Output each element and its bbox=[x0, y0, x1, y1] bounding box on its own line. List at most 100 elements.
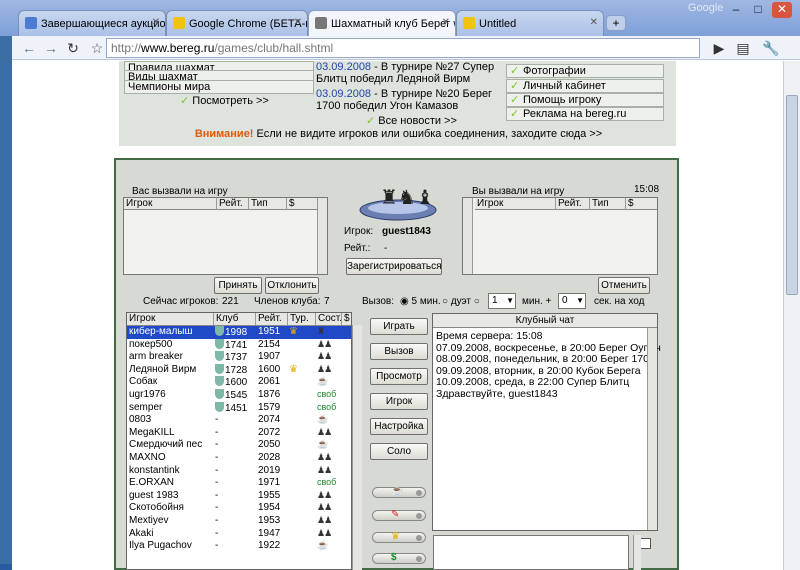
all-news-link[interactable]: ✓ Все новости >> bbox=[366, 114, 457, 127]
player-row[interactable]: E.ORXAN - 1971 своб bbox=[127, 477, 351, 490]
player-list[interactable]: Игрок Клуб Рейт. Тур. Сост. $ кибер-малы… bbox=[126, 312, 352, 570]
solo-button[interactable]: Соло bbox=[370, 443, 428, 460]
close-icon[interactable]: ✕ bbox=[152, 17, 160, 28]
player-row[interactable]: Скотобойня - 1954 ♟♟ bbox=[127, 502, 351, 515]
col-money[interactable]: $ bbox=[341, 313, 350, 325]
radio-5min[interactable]: ◉ 5 мин. bbox=[400, 296, 441, 307]
player-row[interactable]: MAXNO - 2028 ♟♟ bbox=[127, 452, 351, 465]
player-row[interactable]: Akaki - 1947 ♟♟ bbox=[127, 528, 351, 541]
player-row[interactable]: Ilya Pugachov - 1922 ☕ bbox=[127, 540, 351, 553]
col-tour[interactable]: Тур. bbox=[287, 313, 309, 325]
page-scroll-thumb[interactable] bbox=[786, 95, 798, 295]
new-tab-button[interactable]: + bbox=[606, 15, 626, 31]
play-button[interactable]: Играть bbox=[370, 318, 428, 335]
player-state: ♟♟ bbox=[317, 527, 332, 538]
player-state: своб bbox=[317, 401, 337, 412]
go-arrow-icon[interactable]: ▶ bbox=[710, 39, 728, 57]
maximize-button[interactable]: □ bbox=[748, 2, 768, 18]
minimize-button[interactable]: – bbox=[726, 2, 746, 18]
player-club: - bbox=[215, 427, 257, 438]
menu-photos[interactable]: ✓ Фотографии bbox=[506, 64, 664, 78]
minutes-select[interactable]: 1 ▼ bbox=[488, 293, 516, 309]
cancel-invite-button[interactable]: Отменить bbox=[598, 277, 650, 294]
col-rating[interactable]: Рейт. bbox=[555, 198, 582, 210]
club-value: 1600 bbox=[225, 377, 248, 389]
menu-advertising[interactable]: ✓ Реклама на bereg.ru bbox=[506, 107, 664, 121]
tab-chess-club[interactable]: Шахматный клуб Берег w... ✕ bbox=[308, 10, 456, 36]
club-chat: Клубный чат Время сервера: 15:08 07.09.20… bbox=[432, 313, 661, 531]
chat-scrollbar[interactable] bbox=[647, 328, 657, 530]
outgoing-invites-list[interactable]: Игрок Рейт. Тип $ bbox=[462, 197, 658, 275]
player-row[interactable]: Собак 1600 2061 ☕ bbox=[127, 376, 351, 389]
settings-button[interactable]: Настройка bbox=[370, 418, 428, 435]
player-row[interactable]: Ледяной Вирм 1728 1600 ♛ ♟♟ bbox=[127, 363, 351, 377]
player-row[interactable]: arm breaker 1737 1907 ♟♟ bbox=[127, 351, 351, 364]
player-row[interactable]: Смердючий пес - 2050 ☕ bbox=[127, 439, 351, 452]
news-item[interactable]: 03.09.2008 - В турнире №27 Супер Блитц п… bbox=[316, 61, 506, 85]
menu-personal-cabinet[interactable]: ✓ Личный кабинет bbox=[506, 79, 664, 93]
address-bar[interactable]: http://www.bereg.ru/games/club/hall.shtm… bbox=[106, 38, 700, 58]
col-money[interactable]: $ bbox=[286, 198, 295, 210]
news-item[interactable]: 03.09.2008 - В турнире №20 Берег 1700 по… bbox=[316, 88, 506, 112]
player-row[interactable]: konstantink - 2019 ♟♟ bbox=[127, 465, 351, 478]
col-rating[interactable]: Рейт. bbox=[255, 313, 282, 325]
club-value: 1451 bbox=[225, 402, 248, 414]
player-list-scrollbar[interactable] bbox=[352, 325, 362, 570]
player-rating: 1579 bbox=[258, 401, 281, 413]
filter-cup-toggle[interactable]: ☕ bbox=[372, 486, 426, 498]
filter-crown-toggle[interactable]: ♛ bbox=[372, 531, 426, 543]
player-name: Akaki bbox=[129, 527, 154, 539]
col-money[interactable]: $ bbox=[625, 198, 634, 210]
connection-warning[interactable]: Внимание! Если не видите игроков или оши… bbox=[120, 128, 677, 140]
outgoing-scrollbar[interactable] bbox=[463, 198, 473, 274]
tab-untitled[interactable]: Untitled ✕ bbox=[456, 10, 604, 36]
seconds-select[interactable]: 0 ▼ bbox=[558, 293, 586, 309]
star-icon[interactable]: ☆ bbox=[88, 39, 106, 57]
player-row[interactable]: MegaKILL - 2072 ♟♟ bbox=[127, 427, 351, 440]
col-rating[interactable]: Рейт. bbox=[216, 198, 243, 210]
player-row[interactable]: semper 1451 1579 своб bbox=[127, 401, 351, 415]
call-button[interactable]: Вызов bbox=[370, 343, 428, 360]
player-row[interactable]: покер500 1741 2154 ♟♟ bbox=[127, 338, 351, 352]
col-player[interactable]: Игрок bbox=[475, 198, 503, 210]
incoming-invites-list[interactable]: Игрок Рейт. Тип $ bbox=[123, 197, 328, 275]
col-player[interactable]: Игрок bbox=[124, 198, 152, 210]
close-icon[interactable]: ✕ bbox=[590, 17, 598, 28]
register-button[interactable]: Зарегистрироваться bbox=[346, 258, 442, 275]
back-arrow-icon[interactable]: ← bbox=[20, 39, 38, 57]
col-type[interactable]: Тип bbox=[248, 198, 268, 210]
incoming-scrollbar[interactable] bbox=[317, 198, 327, 274]
wrench-icon[interactable]: 🔧 bbox=[762, 39, 780, 57]
close-icon[interactable]: ✕ bbox=[294, 17, 302, 28]
player-row[interactable]: guest 1983 - 1955 ♟♟ bbox=[127, 490, 351, 503]
chat-checkbox[interactable] bbox=[640, 538, 651, 549]
menu-player-help[interactable]: ✓ Помощь игроку bbox=[506, 93, 664, 107]
forward-arrow-icon[interactable]: → bbox=[42, 39, 60, 57]
filter-money-toggle[interactable]: $ bbox=[372, 552, 426, 564]
filter-red-toggle[interactable]: ✎ bbox=[372, 509, 426, 521]
col-player[interactable]: Игрок bbox=[127, 313, 155, 325]
player-row[interactable]: ugr1976 1545 1876 своб bbox=[127, 388, 351, 402]
decline-button[interactable]: Отклонить bbox=[265, 277, 319, 294]
club-value: - bbox=[215, 489, 219, 501]
radio-duel[interactable]: ○ дуэт ○ bbox=[442, 296, 480, 307]
player-row[interactable]: Mextiyev - 1953 ♟♟ bbox=[127, 515, 351, 528]
close-window-button[interactable]: ✕ bbox=[772, 2, 792, 18]
reload-icon[interactable]: ↻ bbox=[64, 39, 82, 57]
col-club[interactable]: Клуб bbox=[213, 313, 239, 325]
left-more-link[interactable]: ✓ Посмотреть >> bbox=[180, 94, 269, 107]
player-row[interactable]: кибер-малыш 1998 1951 ♛ ♜ bbox=[127, 326, 351, 339]
view-button[interactable]: Просмотр bbox=[370, 368, 428, 385]
col-state[interactable]: Сост. bbox=[315, 313, 342, 325]
tab-auctions[interactable]: Завершающиеся аукцион... ✕ bbox=[18, 10, 166, 36]
player-info-button[interactable]: Игрок bbox=[370, 393, 428, 410]
close-icon[interactable]: ✕ bbox=[442, 17, 450, 28]
accept-button[interactable]: Принять bbox=[214, 277, 262, 294]
tab-chrome-beta[interactable]: Google Chrome (БЕТА-вер... ✕ bbox=[166, 10, 308, 36]
menu-world-champions[interactable]: Чемпионы мира bbox=[124, 80, 314, 94]
page-menu-icon[interactable]: ▤ bbox=[734, 39, 752, 57]
col-type[interactable]: Тип bbox=[589, 198, 609, 210]
chat-input-scrollbar[interactable] bbox=[633, 535, 641, 570]
player-row[interactable]: 0803 - 2074 ☕ bbox=[127, 414, 351, 427]
chat-input[interactable] bbox=[433, 535, 629, 570]
